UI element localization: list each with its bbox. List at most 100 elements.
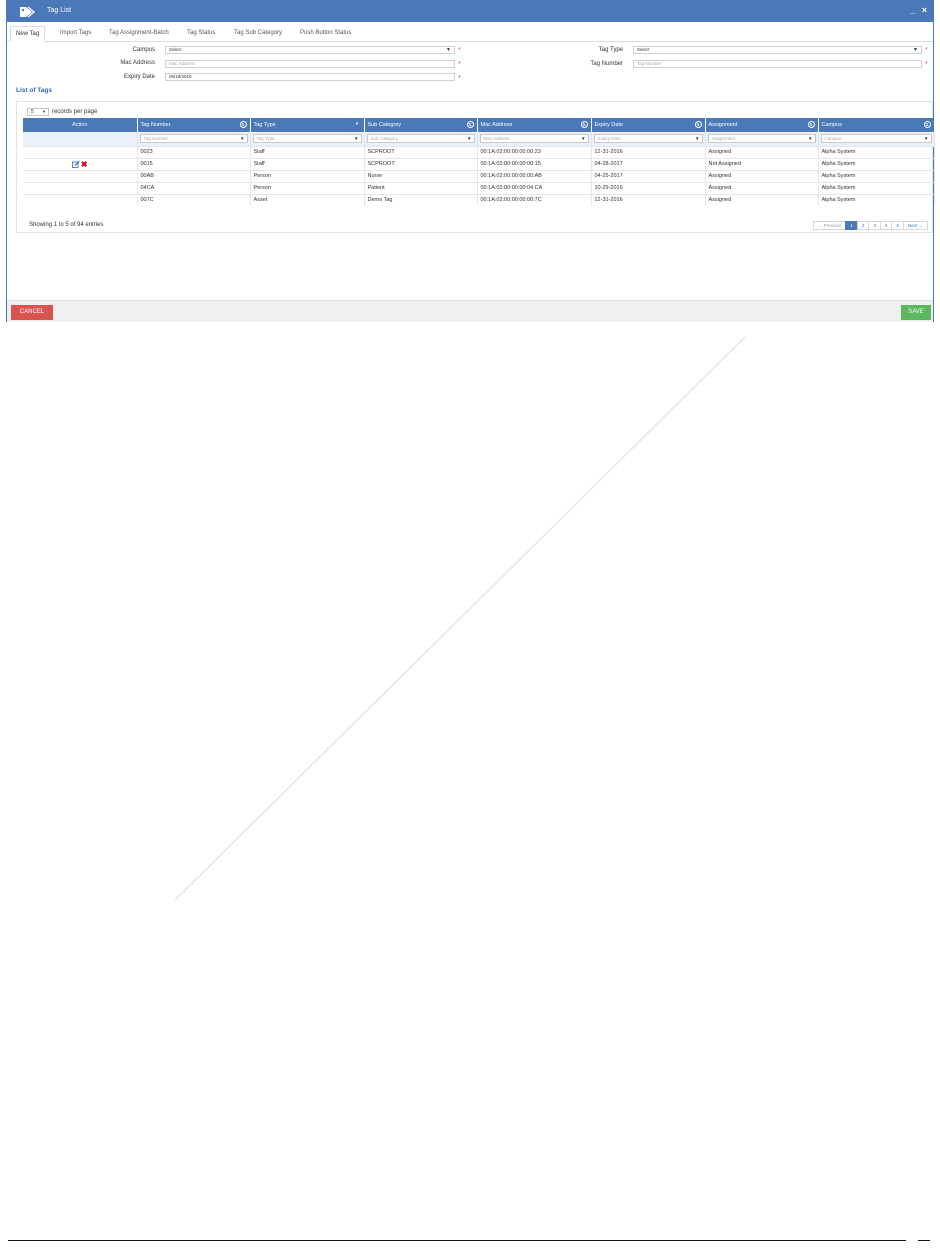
filter-placeholder: Campus: [824, 136, 842, 142]
column-header-tag-type[interactable]: Tag Type ▼: [250, 118, 365, 132]
table-row[interactable]: 0023 Staff SCPROOT 00:1A:02:00:00:00:00:…: [23, 145, 935, 158]
caret-down-icon: ▼: [240, 136, 245, 142]
tag-number-input[interactable]: Tag Number: [633, 60, 922, 68]
tab-tag-assignment-batch[interactable]: Tag Assignment-Batch: [109, 26, 169, 42]
column-header-tag-number[interactable]: Tag Number ⇅: [137, 118, 251, 132]
list-of-tags-title: List of Tags: [16, 87, 52, 94]
tag-number-cell: 0015: [137, 157, 251, 170]
delete-icon[interactable]: ✖: [81, 160, 88, 168]
campus-select[interactable]: Select ▼: [165, 46, 455, 54]
filter-placeholder: Mac Address: [483, 136, 510, 142]
mac-address-input[interactable]: Mac Address: [165, 60, 455, 68]
tag-number-filter[interactable]: Tag Number ▼: [139, 134, 248, 144]
records-per-page-label: records per page: [52, 109, 98, 115]
sort-icon[interactable]: ⇅: [466, 121, 474, 128]
bottom-divider: [8, 1240, 906, 1241]
sort-icon[interactable]: ⇅: [923, 121, 931, 128]
mac-address-filter[interactable]: Mac Address ▼: [479, 134, 589, 144]
save-button[interactable]: SAVE: [901, 305, 931, 320]
tag-type-label: Tag Type: [598, 47, 623, 53]
column-header-sub-category[interactable]: Sub Category ⇅: [364, 118, 478, 132]
cancel-button[interactable]: CANCEL: [11, 305, 53, 320]
tag-type-cell: Person: [250, 169, 365, 182]
records-per-page-select[interactable]: 5 ▼: [27, 108, 49, 116]
sort-desc-icon[interactable]: ▼: [354, 121, 361, 128]
action-cell: ✖: [23, 157, 138, 170]
dialog-footer: CANCEL SAVE: [7, 300, 933, 322]
tab-tag-sub-category[interactable]: Tag Sub Category: [234, 26, 282, 42]
campus-cell: Alpha System: [818, 145, 935, 158]
pagination-previous[interactable]: ← Previous: [813, 221, 847, 230]
caret-down-icon: ▼: [913, 47, 918, 53]
column-header-action: Action: [23, 118, 138, 132]
sort-icon[interactable]: ⇅: [694, 121, 702, 128]
mac-address-label: Mac Address: [120, 60, 155, 66]
tag-number-label: Tag Number: [590, 61, 623, 67]
mac-address-cell: 00:1A:02:00:00:00:00:AB: [477, 169, 592, 182]
table-row[interactable]: ✖ 0015 Staff SCPROOT 00:1A:02:00:00:00:0…: [23, 157, 935, 170]
tag-type-cell: Person: [250, 181, 365, 194]
expiry-date-input[interactable]: 05/18/2016: [165, 73, 455, 81]
tab-import-tags[interactable]: Import Tags: [60, 26, 91, 42]
table-row[interactable]: 04CA Person Patient 00:1A:02:00:00:00:04…: [23, 181, 935, 194]
column-header-label: Assignment: [708, 122, 738, 128]
required-mark: *: [458, 47, 461, 54]
table-row[interactable]: 007C Asset Demo Tag 00:1A:02:00:00:00:00…: [23, 193, 935, 206]
campus-select-value: Select: [169, 47, 182, 52]
filter-cell: Expiry Date ▼: [591, 132, 706, 146]
pagination: ← Previous 1 2 3 4 5 Next →: [813, 221, 928, 230]
pagination-next[interactable]: Next →: [902, 221, 928, 230]
expiry-date-cell: 04-28-2017: [591, 157, 706, 170]
filter-placeholder: Assignment: [711, 136, 736, 142]
entries-info: Showing 1 to 5 of 94 entries: [29, 222, 104, 228]
mac-address-cell: 00:1A:02:00:00:00:00:23: [477, 145, 592, 158]
campus-cell: Alpha System: [818, 181, 935, 194]
tab-push-button-status[interactable]: Push Button Status: [300, 26, 351, 42]
assignment-cell: Assigned: [705, 193, 819, 206]
filter-cell: Mac Address ▼: [477, 132, 592, 146]
column-header-campus[interactable]: Campus ⇅: [818, 118, 935, 132]
column-header-expiry-date[interactable]: Expiry Date ⇅: [591, 118, 706, 132]
tags-table-panel: 5 ▼ records per page Action Tag Number ⇅ …: [16, 101, 935, 233]
records-per-page-value: 5: [31, 109, 34, 115]
filter-placeholder: Sub Category: [370, 136, 399, 142]
filter-cell-empty: [23, 132, 138, 146]
sort-icon[interactable]: ⇅: [807, 121, 815, 128]
tag-type-filter[interactable]: Tag Type ▼: [252, 134, 362, 144]
caret-down-icon: ▼: [924, 136, 929, 142]
tag-type-cell: Staff: [250, 157, 365, 170]
filter-placeholder: Tag Number: [143, 136, 169, 142]
sort-icon[interactable]: ⇅: [239, 121, 247, 128]
filter-cell: Campus ▼: [818, 132, 935, 146]
action-cell: [23, 145, 138, 158]
column-header-assignment[interactable]: Assignment ⇅: [705, 118, 819, 132]
column-header-label: Expiry Date: [594, 122, 623, 128]
window-title: Tag List: [47, 7, 72, 14]
assignment-filter[interactable]: Assignment ▼: [707, 134, 816, 144]
edit-icon[interactable]: [71, 160, 80, 168]
tag-type-cell: Asset: [250, 193, 365, 206]
filter-row: Tag Number ▼ Tag Type ▼ Sub Category ▼ Mac …: [23, 132, 935, 146]
table-row[interactable]: 00AB Person Nurse 00:1A:02:00:00:00:00:A…: [23, 169, 935, 182]
column-header-label: Tag Number: [140, 122, 171, 128]
expiry-date-filter[interactable]: Expiry Date ▼: [593, 134, 703, 144]
tab-tag-status[interactable]: Tag Status: [187, 26, 215, 42]
caret-down-icon: ▼: [354, 136, 359, 142]
sub-category-cell: Patient: [364, 181, 478, 194]
column-header-mac-address[interactable]: Mac Address ⇅: [477, 118, 592, 132]
mac-address-cell: 00:1A:02:00:00:00:00:15: [477, 157, 592, 170]
filter-cell: Sub Category ▼: [364, 132, 478, 146]
caret-down-icon: ▼: [808, 136, 813, 142]
window-controls[interactable]: _ ×: [910, 5, 929, 15]
sort-icon[interactable]: ⇅: [580, 121, 588, 128]
sub-category-filter[interactable]: Sub Category ▼: [366, 134, 475, 144]
assignment-cell: Not Assigned: [705, 157, 819, 170]
caret-down-icon: ▼: [446, 47, 451, 53]
tab-new-tag[interactable]: New Tag: [10, 26, 46, 42]
campus-filter[interactable]: Campus ▼: [820, 134, 932, 144]
tag-type-select[interactable]: Select ▼: [633, 46, 922, 54]
required-mark: *: [458, 61, 461, 68]
tag-list-window: Tag List _ × New Tag Import Tags Tag Ass…: [6, 0, 935, 322]
column-header-label: Sub Category: [367, 122, 402, 128]
assignment-cell: Assigned: [705, 181, 819, 194]
